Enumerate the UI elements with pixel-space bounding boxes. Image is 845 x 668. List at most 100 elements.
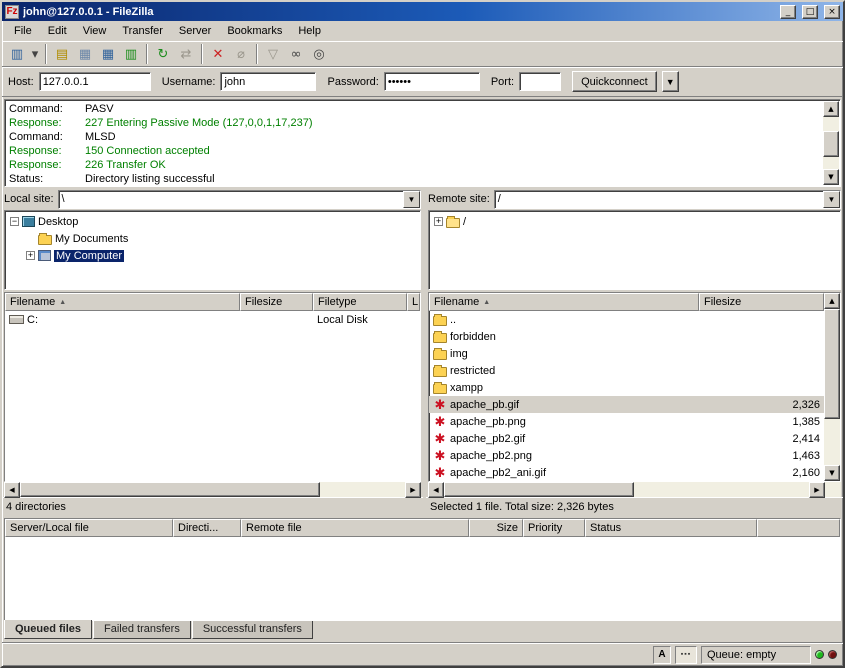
username-input[interactable] xyxy=(220,72,316,91)
remote-file-row[interactable]: ✱apache_pb2_ani.gif 2,160 xyxy=(429,464,824,481)
speed-limit-icon[interactable]: ▪▪▪ xyxy=(675,646,697,664)
compare-icon[interactable]: ∞ xyxy=(285,43,307,65)
remote-file-row[interactable]: .. xyxy=(429,311,824,328)
image-file-icon: ✱ xyxy=(433,398,447,411)
scrollbar-thumb[interactable] xyxy=(824,309,840,419)
site-manager-dropdown-icon[interactable]: ▾ xyxy=(29,43,41,65)
menu-bar: File Edit View Transfer Server Bookmarks… xyxy=(2,21,843,41)
sort-ascending-icon: ▲ xyxy=(483,299,490,306)
host-input[interactable] xyxy=(39,72,151,91)
queue-body[interactable] xyxy=(5,537,840,620)
menu-file[interactable]: File xyxy=(6,23,40,39)
log-line: Response:227 Entering Passive Mode (127,… xyxy=(9,116,822,130)
port-input[interactable] xyxy=(519,72,561,91)
menu-view[interactable]: View xyxy=(75,23,115,39)
tree-item-desktop[interactable]: − Desktop xyxy=(5,213,420,230)
scrollbar-thumb[interactable] xyxy=(444,482,634,497)
remote-file-row[interactable]: forbidden xyxy=(429,328,824,345)
quickconnect-dropdown-icon[interactable]: ▼ xyxy=(662,71,679,92)
column-status[interactable]: Status xyxy=(585,519,757,537)
maximize-button[interactable]: □ xyxy=(802,5,818,19)
remote-directory-tree[interactable]: + / xyxy=(428,210,841,290)
toolbar: ▥ ▾ ▤ ▦ ▦ ▥ ↻ ⇄ ✕ ⌀ ▽ ∞ ◎ xyxy=(2,41,843,67)
remote-treeview-icon[interactable]: ▦ xyxy=(97,43,119,65)
tree-expander-expand-icon[interactable]: + xyxy=(26,251,35,260)
column-filesize[interactable]: Filesize xyxy=(240,293,313,311)
activity-led-green-icon xyxy=(815,650,824,659)
scrollbar-thumb[interactable] xyxy=(823,131,839,157)
scroll-right-icon[interactable]: ▶ xyxy=(809,482,825,498)
column-filetype[interactable]: Filetype xyxy=(313,293,407,311)
remote-horizontal-scrollbar[interactable]: ◀ ▶ xyxy=(428,482,841,497)
scroll-up-icon[interactable]: ▲ xyxy=(823,101,839,117)
transfer-queue-icon[interactable]: ▥ xyxy=(120,43,142,65)
log-vertical-scrollbar[interactable]: ▲ ▼ xyxy=(823,101,839,185)
column-last-modified[interactable]: L xyxy=(407,293,420,311)
local-treeview-icon[interactable]: ▦ xyxy=(74,43,96,65)
local-file-row[interactable]: C: Local Disk xyxy=(5,311,420,328)
column-size[interactable]: Size xyxy=(469,519,523,537)
remote-file-row[interactable]: ✱apache_pb2.gif 2,414 xyxy=(429,430,824,447)
remote-file-row[interactable]: img xyxy=(429,345,824,362)
menu-help[interactable]: Help xyxy=(290,23,329,39)
remote-file-row[interactable]: xampp xyxy=(429,379,824,396)
column-direction[interactable]: Directi... xyxy=(173,519,241,537)
remote-file-row[interactable]: ✱apache_pb2.png 1,463 xyxy=(429,447,824,464)
site-manager-icon[interactable]: ▥ xyxy=(6,43,28,65)
filezilla-window: Fz john@127.0.0.1 - FileZilla _ □ × File… xyxy=(0,0,845,668)
message-log-icon[interactable]: ▤ xyxy=(51,43,73,65)
transfer-type-indicator[interactable]: A xyxy=(653,646,671,664)
scroll-left-icon[interactable]: ◀ xyxy=(4,482,20,498)
tree-item-root[interactable]: + / xyxy=(429,213,840,230)
password-input[interactable] xyxy=(384,72,480,91)
process-queue-icon[interactable]: ⇄ xyxy=(175,43,197,65)
local-horizontal-scrollbar[interactable]: ◀ ▶ xyxy=(4,482,421,497)
combo-dropdown-icon[interactable]: ▼ xyxy=(403,191,420,208)
scroll-left-icon[interactable]: ◀ xyxy=(428,482,444,498)
tree-expander-collapse-icon[interactable]: − xyxy=(10,217,19,226)
local-list-body[interactable]: C: Local Disk xyxy=(5,311,420,481)
filezilla-logo-icon: Fz xyxy=(5,5,19,19)
column-filesize[interactable]: Filesize xyxy=(699,293,824,311)
remote-vertical-scrollbar[interactable]: ▲ ▼ xyxy=(824,293,840,481)
find-icon[interactable]: ◎ xyxy=(308,43,330,65)
filter-icon[interactable]: ▽ xyxy=(262,43,284,65)
menu-transfer[interactable]: Transfer xyxy=(114,23,171,39)
tree-item-my-computer[interactable]: + My Computer xyxy=(5,247,420,264)
quickconnect-button[interactable]: Quickconnect xyxy=(572,71,657,92)
scroll-down-icon[interactable]: ▼ xyxy=(823,169,839,185)
scrollbar-thumb[interactable] xyxy=(20,482,320,497)
cancel-icon[interactable]: ✕ xyxy=(207,43,229,65)
disconnect-icon[interactable]: ⌀ xyxy=(230,43,252,65)
local-site-combo[interactable]: \ ▼ xyxy=(58,190,421,209)
scroll-down-icon[interactable]: ▼ xyxy=(824,465,840,481)
tab-failed-transfers[interactable]: Failed transfers xyxy=(93,621,191,639)
tree-expander-expand-icon[interactable]: + xyxy=(434,217,443,226)
column-filename[interactable]: Filename ▲ xyxy=(5,293,240,311)
refresh-icon[interactable]: ↻ xyxy=(152,43,174,65)
message-log[interactable]: Command:PASV Response:227 Entering Passi… xyxy=(4,99,841,187)
local-directory-tree[interactable]: − Desktop My Documents + My Computer xyxy=(4,210,421,290)
close-button[interactable]: × xyxy=(824,5,840,19)
scroll-right-icon[interactable]: ▶ xyxy=(405,482,421,498)
column-remote-file[interactable]: Remote file xyxy=(241,519,469,537)
tree-item-my-documents[interactable]: My Documents xyxy=(5,230,420,247)
folder-icon xyxy=(38,235,52,245)
title-bar[interactable]: Fz john@127.0.0.1 - FileZilla _ □ × xyxy=(2,2,843,21)
combo-dropdown-icon[interactable]: ▼ xyxy=(823,191,840,208)
menu-edit[interactable]: Edit xyxy=(40,23,75,39)
minimize-button[interactable]: _ xyxy=(780,5,796,19)
my-computer-icon xyxy=(38,250,51,261)
tab-queued-files[interactable]: Queued files xyxy=(4,620,92,639)
tab-successful-transfers[interactable]: Successful transfers xyxy=(192,621,313,639)
remote-site-combo[interactable]: / ▼ xyxy=(494,190,841,209)
column-filename[interactable]: Filename ▲ xyxy=(429,293,699,311)
remote-file-row[interactable]: ✱apache_pb.png 1,385 xyxy=(429,413,824,430)
menu-bookmarks[interactable]: Bookmarks xyxy=(219,23,290,39)
remote-file-row-selected[interactable]: ✱apache_pb.gif 2,326 xyxy=(429,396,824,413)
column-server-local-file[interactable]: Server/Local file xyxy=(5,519,173,537)
scroll-up-icon[interactable]: ▲ xyxy=(824,293,840,309)
remote-file-row[interactable]: restricted xyxy=(429,362,824,379)
column-priority[interactable]: Priority xyxy=(523,519,585,537)
menu-server[interactable]: Server xyxy=(171,23,219,39)
